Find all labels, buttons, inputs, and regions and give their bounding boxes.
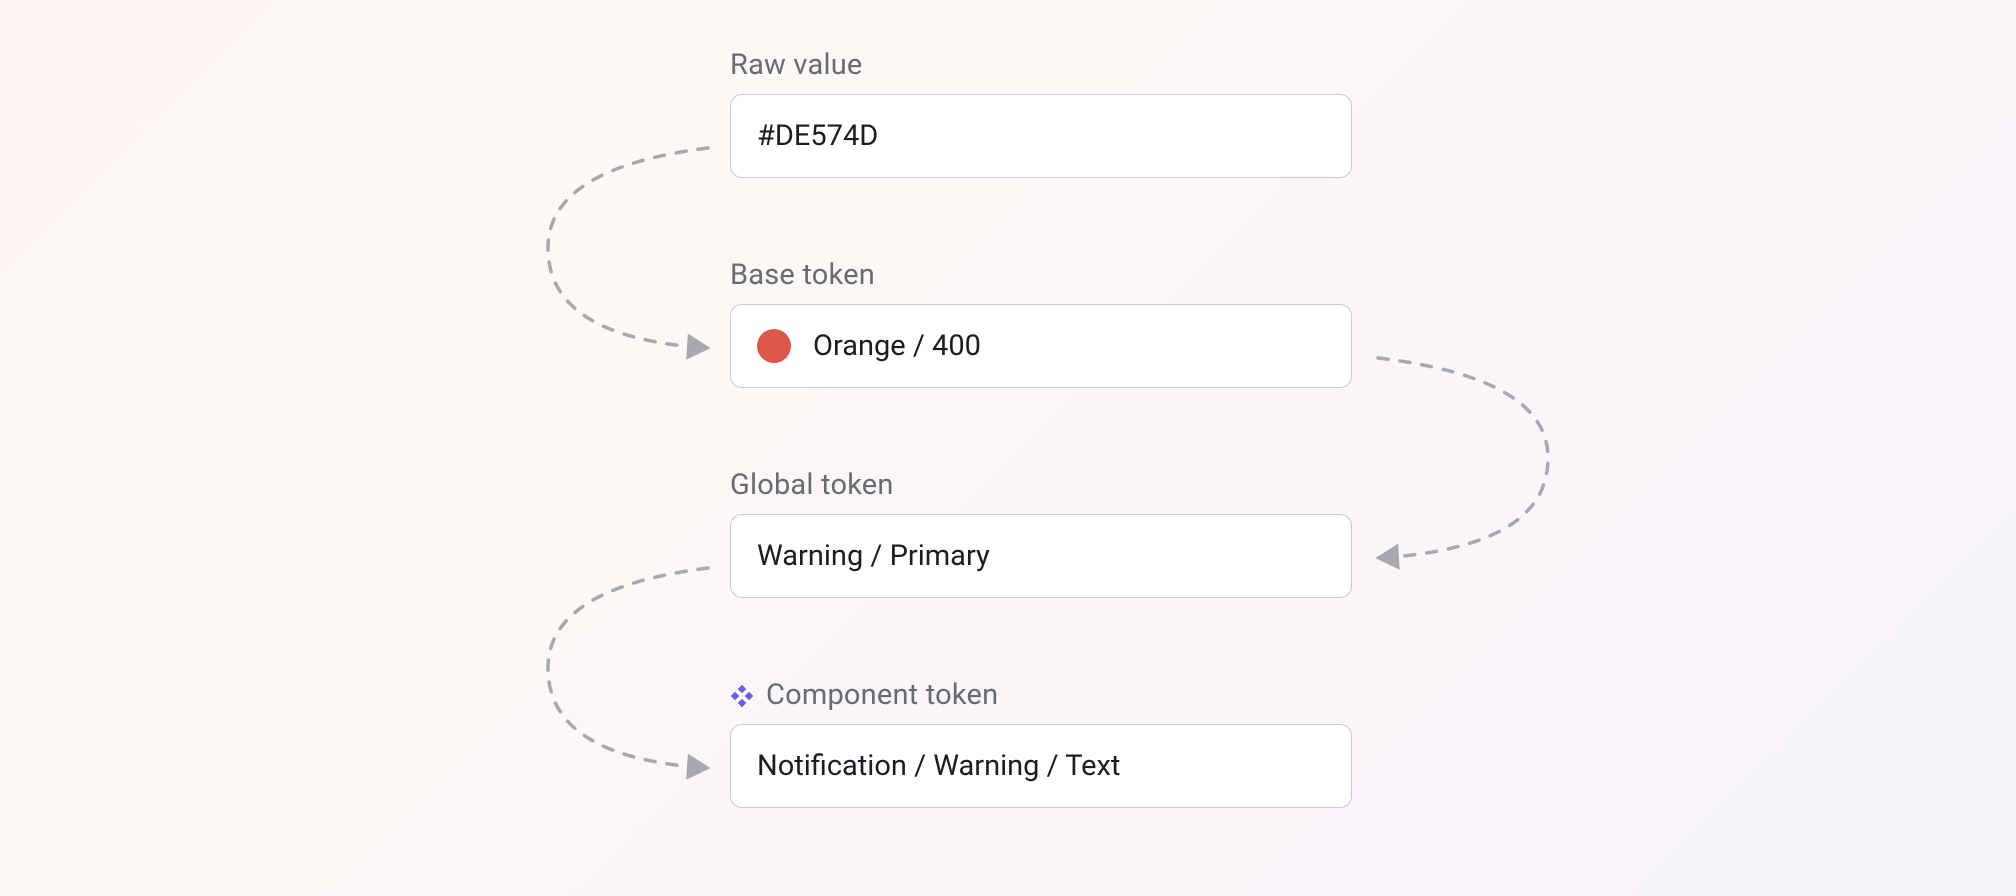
raw-value-label: Raw value	[730, 48, 862, 82]
component-token-label: Component token	[730, 678, 998, 712]
arrow-global-to-component	[528, 548, 738, 788]
raw-value-text: #DE574D	[757, 119, 878, 153]
global-token-text: Warning / Primary	[757, 539, 990, 573]
color-swatch-icon	[757, 329, 791, 363]
global-token-box: Warning / Primary	[730, 514, 1352, 598]
raw-value-box: #DE574D	[730, 94, 1352, 178]
arrow-base-to-global	[1358, 338, 1568, 578]
component-token-text: Notification / Warning / Text	[757, 749, 1120, 783]
base-token-box: Orange / 400	[730, 304, 1352, 388]
arrow-raw-to-base	[528, 128, 738, 368]
global-token-label: Global token	[730, 468, 894, 502]
diamond-icon	[730, 683, 754, 707]
component-token-box: Notification / Warning / Text	[730, 724, 1352, 808]
base-token-label: Base token	[730, 258, 875, 292]
base-token-text: Orange / 400	[813, 329, 981, 363]
